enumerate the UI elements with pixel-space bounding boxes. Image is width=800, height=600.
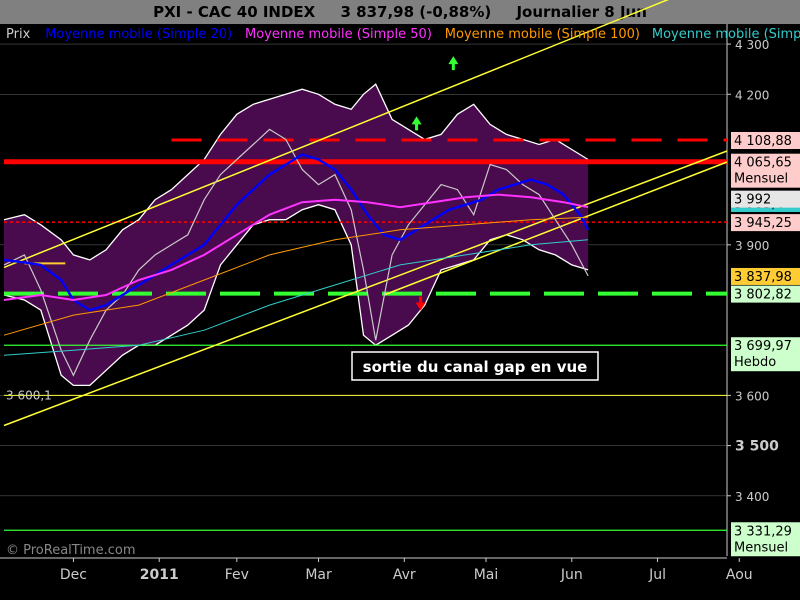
level-label-sub: Mensuel — [734, 172, 788, 187]
y-tick-label: 3 600 — [735, 389, 769, 403]
arrow-up-icon — [411, 116, 422, 131]
x-tick-label: Dec — [60, 567, 87, 583]
arrow-up-icon — [448, 56, 459, 71]
level-label-value: 3 837,98 — [734, 270, 792, 285]
level-label-value: 3 802,82 — [734, 288, 792, 303]
x-tick-label: Jul — [648, 567, 666, 583]
legend-item: Moyenne mobile (Simple 100) — [445, 27, 640, 42]
y-tick-label: 3 400 — [735, 490, 769, 504]
legend-item: Moyenne mobile (Simple 50) — [245, 27, 432, 42]
level-label-sub: Hebdo — [734, 355, 776, 370]
x-tick-label: Avr — [393, 567, 416, 583]
y-tick-label: 4 200 — [735, 88, 769, 102]
bollinger-band-fill — [4, 84, 589, 386]
annotation-text: sortie du canal gap en vue — [363, 358, 588, 376]
x-tick-label: Jun — [560, 567, 583, 583]
annotation-layer: sortie du canal gap en vue © ProRealTime.… — [6, 351, 599, 558]
legend-layer: Prix Moyenne mobile (Simple 20) Moyenne mo… — [6, 27, 800, 42]
legend-item: Moyenne mobile (Simple 20) — [45, 27, 232, 42]
level-label-value: 3 331,29 — [734, 524, 792, 539]
watermark: © ProRealTime.com — [6, 543, 136, 558]
level-label-value: 3 699,97 — [734, 339, 792, 354]
x-tick-label: Mar — [305, 567, 332, 583]
y-tick-label: 3 500 — [735, 439, 779, 455]
min-value-label: 3 600,1 — [6, 388, 52, 402]
level-label-sub: Mensuel — [734, 540, 788, 555]
bollinger-bands-layer — [3, 83, 589, 387]
y-tick-label: 3 900 — [735, 239, 769, 253]
level-label-value: 3 945,25 — [734, 216, 792, 231]
level-label-value: 4 065,65 — [734, 156, 792, 171]
level-label-value: 3 992 — [734, 193, 771, 208]
legend-item: Moyenne mobile (Simple 200) — [652, 27, 800, 42]
level-label-value: 4 108,88 — [734, 134, 792, 149]
legend-item: Prix — [6, 27, 31, 42]
x-tick-label: Fev — [225, 567, 249, 583]
price-chart: 4 3004 2003 9003 6003 5003 4004 065,65Me… — [0, 0, 800, 583]
x-axis-layer: Dec 2011 Fev Mar Avr Mai Jun Jul Aou — [0, 557, 753, 583]
x-tick-label: Aou — [726, 567, 753, 583]
x-tick-label: Mai — [474, 567, 499, 583]
x-tick-label: 2011 — [140, 567, 179, 583]
